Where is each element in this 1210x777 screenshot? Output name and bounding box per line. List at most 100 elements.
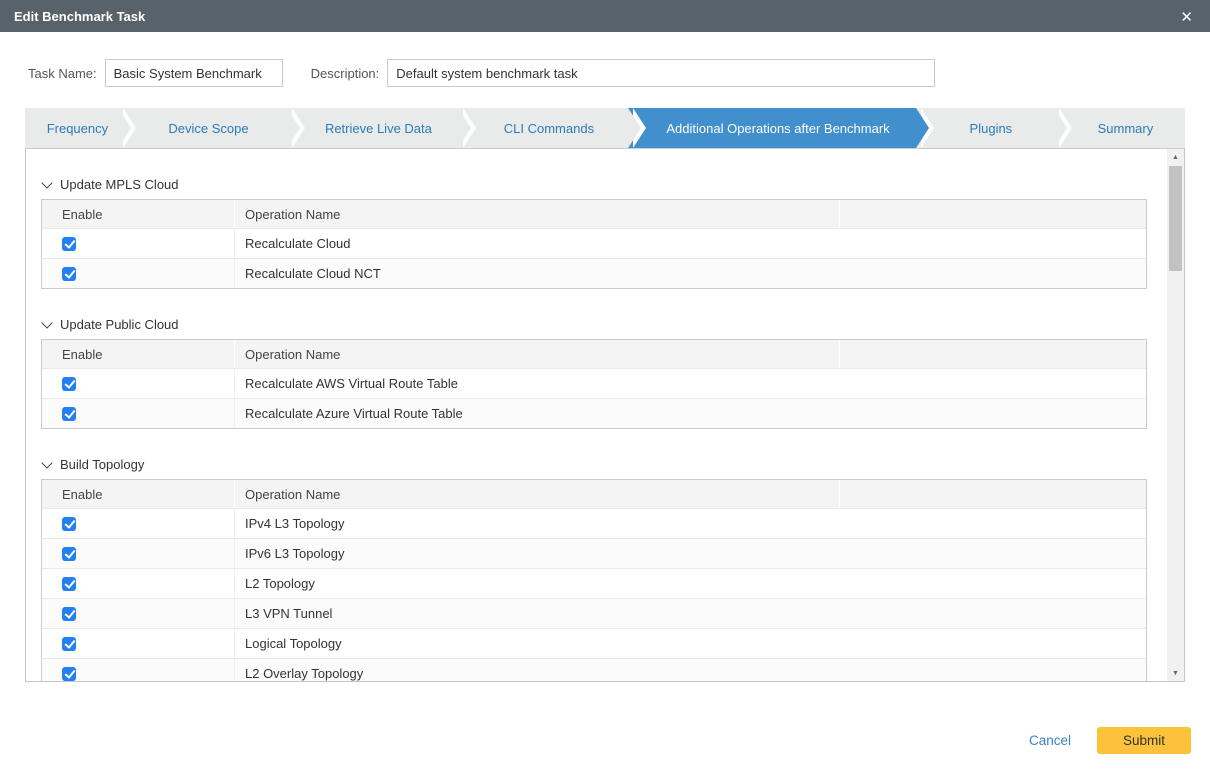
table-header-row: Enable Operation Name — [42, 340, 1146, 368]
operations-table: Enable Operation Name Recalculate AWS Virt… — [41, 339, 1147, 429]
operation-name-cell: L2 Overlay Topology — [245, 666, 364, 681]
operation-name-cell: Recalculate AWS Virtual Route Table — [245, 376, 458, 391]
empty-cell — [840, 399, 1146, 428]
close-icon[interactable]: ✕ — [1175, 6, 1198, 28]
enable-checkbox[interactable] — [62, 546, 76, 561]
enable-cell — [42, 539, 235, 568]
tab-label: Summary — [1097, 120, 1154, 136]
operation-name-cell: Recalculate Cloud — [245, 236, 351, 251]
table-row: Recalculate AWS Virtual Route Table — [42, 368, 1146, 398]
table-row: L2 Overlay Topology — [42, 658, 1146, 681]
operation-name-cell: Recalculate Azure Virtual Route Table — [245, 406, 463, 421]
enable-checkbox[interactable] — [62, 406, 76, 421]
submit-button[interactable]: Submit — [1097, 727, 1191, 754]
column-header — [840, 340, 1146, 368]
operation-name-cell: Logical Topology — [245, 636, 342, 651]
chevron-down-icon — [41, 456, 53, 469]
table-row: Recalculate Cloud — [42, 228, 1146, 258]
table-row: Recalculate Cloud NCT — [42, 258, 1146, 288]
table-header-row: Enable Operation Name — [42, 200, 1146, 228]
enable-cell — [42, 569, 235, 598]
operations-table: Enable Operation Name IPv4 L3 Topology IPv6… — [41, 479, 1147, 681]
task-name-label: Task Name: — [28, 65, 97, 81]
tab-cli-commands[interactable]: CLI Commands — [457, 108, 646, 148]
empty-cell — [840, 229, 1146, 258]
enable-cell — [42, 229, 235, 258]
enable-checkbox[interactable] — [62, 606, 76, 621]
section-title: Update Public Cloud — [60, 317, 179, 332]
operation-name-cell: IPv4 L3 Topology — [245, 516, 345, 531]
tab-retrieve-live-data[interactable]: Retrieve Live Data — [287, 108, 476, 148]
empty-cell — [840, 659, 1146, 681]
content-panel: Update MPLS Cloud Enable Operation Name Rec… — [25, 148, 1185, 682]
enable-checkbox[interactable] — [62, 236, 76, 251]
enable-cell — [42, 509, 235, 538]
tab-summary[interactable]: Summary — [1053, 108, 1185, 148]
enable-checkbox[interactable] — [62, 576, 76, 591]
wizard-tab-bar: Frequency Device Scope Retrieve Live Data C… — [25, 108, 1185, 148]
enable-checkbox[interactable] — [62, 636, 76, 651]
section-title: Update MPLS Cloud — [60, 177, 179, 192]
dialog-footer: Cancel Submit — [1029, 727, 1191, 754]
tab-frequency[interactable]: Frequency — [25, 108, 136, 148]
enable-cell — [42, 369, 235, 398]
table-row: IPv6 L3 Topology — [42, 538, 1146, 568]
enable-checkbox[interactable] — [62, 666, 76, 681]
description-input[interactable] — [387, 59, 936, 87]
section-header[interactable]: Build Topology — [41, 456, 1157, 472]
column-header: Operation Name — [235, 200, 840, 228]
edit-benchmark-task-dialog: Edit Benchmark Task ✕ Task Name: Descrip… — [0, 0, 1210, 777]
column-header: Enable — [42, 340, 235, 368]
section-header[interactable]: Update Public Cloud — [41, 316, 1157, 332]
cancel-button[interactable]: Cancel — [1029, 733, 1071, 748]
operation-name-cell: IPv6 L3 Topology — [245, 546, 345, 561]
task-name-input[interactable] — [104, 59, 283, 87]
operation-name-cell: L2 Topology — [245, 576, 315, 591]
scroll-up-icon[interactable]: ▲ — [1167, 149, 1184, 165]
column-header: Enable — [42, 480, 235, 508]
tab-label: Device Scope — [168, 120, 249, 136]
table-row: Logical Topology — [42, 628, 1146, 658]
dialog-titlebar: Edit Benchmark Task ✕ — [0, 0, 1210, 32]
tab-plugins[interactable]: Plugins — [915, 108, 1072, 148]
table-row: L3 VPN Tunnel — [42, 598, 1146, 628]
enable-checkbox[interactable] — [62, 376, 76, 391]
description-label: Description: — [310, 65, 380, 81]
tab-label: Frequency — [46, 120, 109, 136]
column-header — [840, 480, 1146, 508]
operation-name-cell: L3 VPN Tunnel — [245, 606, 333, 621]
column-header: Operation Name — [235, 480, 840, 508]
sections-container: Update MPLS Cloud Enable Operation Name Rec… — [26, 149, 1157, 681]
enable-cell — [42, 259, 235, 288]
section-header[interactable]: Update MPLS Cloud — [41, 176, 1157, 192]
enable-checkbox[interactable] — [62, 516, 76, 531]
column-header — [840, 200, 1146, 228]
enable-cell — [42, 399, 235, 428]
column-header: Enable — [42, 200, 235, 228]
empty-cell — [840, 509, 1146, 538]
section-title: Build Topology — [60, 457, 145, 472]
enable-cell — [42, 629, 235, 658]
empty-cell — [840, 539, 1146, 568]
table-row: IPv4 L3 Topology — [42, 508, 1146, 538]
table-header-row: Enable Operation Name — [42, 480, 1146, 508]
operations-table: Enable Operation Name Recalculate Cloud Rec… — [41, 199, 1147, 289]
scroll-down-icon[interactable]: ▼ — [1167, 665, 1184, 681]
scrollbar-thumb[interactable] — [1169, 166, 1182, 271]
tab-label: CLI Commands — [503, 120, 595, 136]
empty-cell — [840, 599, 1146, 628]
chevron-down-icon — [41, 316, 53, 329]
section-update-mpls-cloud: Update MPLS Cloud Enable Operation Name Rec… — [41, 176, 1157, 289]
table-row: L2 Topology — [42, 568, 1146, 598]
enable-cell — [42, 599, 235, 628]
tab-label: Additional Operations after Benchmark — [666, 120, 890, 136]
operation-name-cell: Recalculate Cloud NCT — [245, 266, 381, 281]
tab-device-scope[interactable]: Device Scope — [117, 108, 306, 148]
enable-checkbox[interactable] — [62, 266, 76, 281]
column-header: Operation Name — [235, 340, 840, 368]
tab-additional-operations-after-benchmark[interactable]: Additional Operations after Benchmark — [628, 108, 934, 148]
table-row: Recalculate Azure Virtual Route Table — [42, 398, 1146, 428]
vertical-scrollbar[interactable]: ▲ ▼ — [1167, 149, 1184, 681]
tab-label: Plugins — [969, 120, 1013, 136]
task-form-row: Task Name: Description: — [28, 59, 1210, 87]
